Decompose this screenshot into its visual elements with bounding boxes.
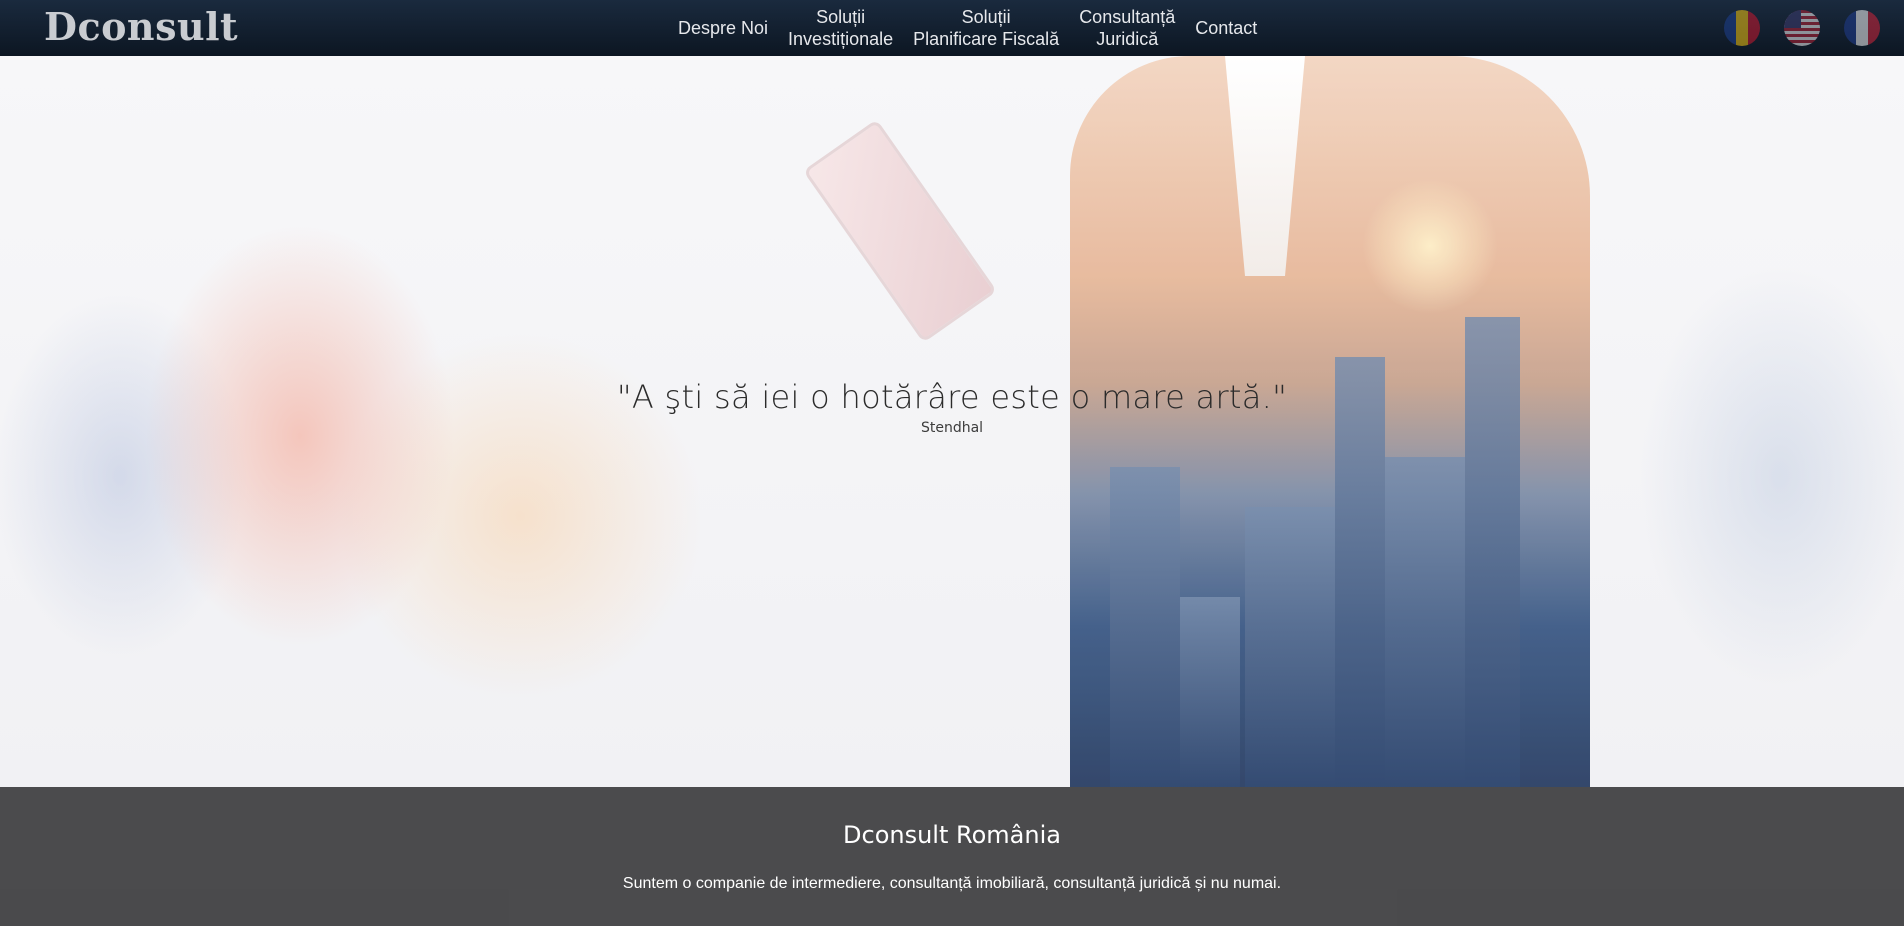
flag-france-icon[interactable] xyxy=(1844,10,1880,46)
nav-consultanta-juridica[interactable]: Consultanță Juridică xyxy=(1069,6,1185,50)
hero-building xyxy=(1180,597,1240,787)
company-info-panel: Dconsult România Suntem o companie de in… xyxy=(0,787,1904,926)
hero-tablet-decoration xyxy=(802,119,998,343)
flag-usa-icon[interactable] xyxy=(1784,10,1820,46)
main-nav: Despre Noi Soluții Investiționale Soluți… xyxy=(668,0,1267,56)
hero-quote: "A şti să iei o hotărâre este o mare art… xyxy=(616,378,1288,416)
hero-building xyxy=(1245,507,1335,787)
hero-section: "A şti să iei o hotărâre este o mare art… xyxy=(0,56,1904,787)
language-switcher xyxy=(1724,10,1880,46)
hero-building xyxy=(1385,457,1465,787)
logo-link[interactable]: Dconsult xyxy=(44,4,238,49)
nav-solutii-planificare-fiscala[interactable]: Soluții Planificare Fiscală xyxy=(903,6,1069,50)
nav-contact[interactable]: Contact xyxy=(1185,17,1267,39)
company-title: Dconsult România xyxy=(843,821,1061,849)
hero-quote-block: "A şti să iei o hotărâre este o mare art… xyxy=(0,378,1904,436)
top-navbar: Dconsult Despre Noi Soluții Investiționa… xyxy=(0,0,1904,56)
company-description: Suntem o companie de intermediere, consu… xyxy=(622,875,1282,892)
nav-solutii-investitionale[interactable]: Soluții Investiționale xyxy=(778,6,903,50)
hero-building xyxy=(1110,467,1180,787)
hero-quote-author: Stendhal xyxy=(920,420,984,436)
nav-despre-noi[interactable]: Despre Noi xyxy=(668,17,778,39)
flag-romania-icon[interactable] xyxy=(1724,10,1760,46)
